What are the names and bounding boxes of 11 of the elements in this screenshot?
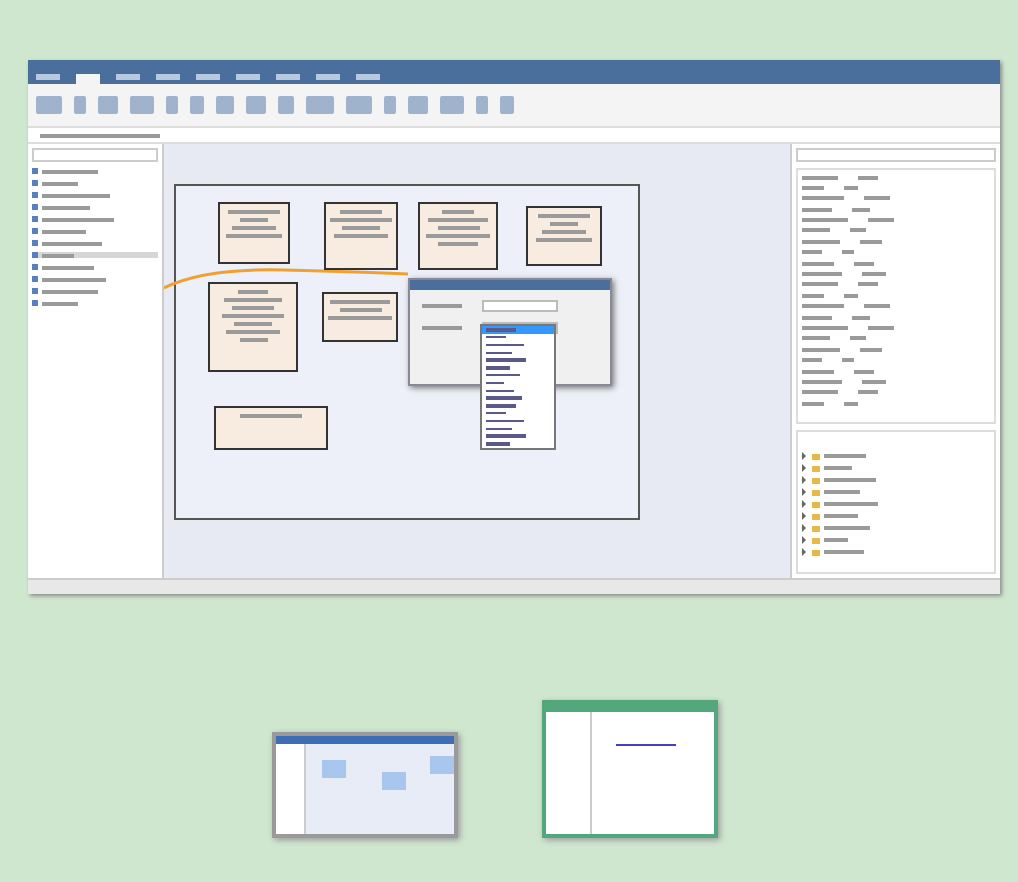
class-node [214, 406, 328, 450]
thumbnail[interactable] [542, 700, 718, 838]
search-field[interactable] [796, 148, 996, 162]
class-node [526, 206, 602, 266]
class-node [218, 202, 290, 264]
search-field[interactable] [32, 148, 158, 162]
thumbnail[interactable] [272, 732, 458, 838]
class-node [208, 282, 298, 372]
class-node [322, 292, 398, 342]
class-node [418, 202, 498, 270]
class-node [324, 202, 398, 270]
